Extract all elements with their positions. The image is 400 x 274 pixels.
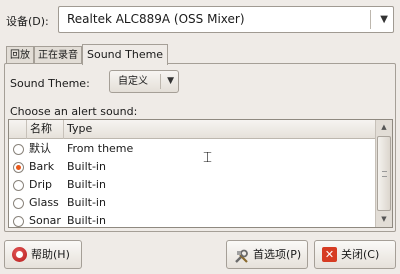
mouse-cursor-icon: ⌶ [203,148,213,166]
sound-name: Drip [29,178,53,191]
list-header: 名称 Type [9,120,375,139]
device-combo[interactable]: Realtek ALC889A (OSS Mixer) ▼ [58,6,394,33]
scrollbar-thumb[interactable] [377,136,391,211]
preferences-button[interactable]: 首选项(P) [226,240,308,269]
sound-name: Glass [29,196,59,209]
close-button[interactable]: ✕ 关闭(C) [314,240,396,269]
device-label: 设备(D): [6,15,49,28]
tab-playback[interactable]: 回放 [6,46,34,64]
list-row[interactable]: 默认 From theme [9,140,375,158]
tab-recording[interactable]: 正在录音 [34,46,82,64]
list-row[interactable]: Sonar Built-in [9,212,375,227]
combo-separator [370,10,371,29]
radio-button[interactable] [13,198,24,209]
tab-bar: 回放 正在录音 Sound Theme [6,44,169,65]
help-icon [12,247,27,262]
chevron-down-icon: ▼ [380,14,388,25]
radio-button[interactable] [13,162,24,173]
alert-sound-label: Choose an alert sound: [10,105,138,118]
grip-icon [382,171,387,177]
list-row[interactable]: Drip Built-in [9,176,375,194]
sound-theme-value: 自定义 [118,76,148,87]
preferences-button-label: 首选项(P) [253,248,302,261]
combo-separator [160,74,161,89]
device-value: Realtek ALC889A (OSS Mixer) [67,12,245,26]
tools-icon [234,247,249,263]
radio-button[interactable] [13,216,24,227]
close-icon: ✕ [322,247,337,262]
sound-theme-label: Sound Theme: [10,77,90,90]
sound-type: From theme [67,142,134,155]
radio-button[interactable] [13,180,24,191]
tab-sound-theme[interactable]: Sound Theme [82,44,169,65]
sound-theme-combo[interactable]: 自定义 ▼ [109,70,179,93]
list-row[interactable]: Bark Built-in [9,158,375,176]
sound-theme-panel: Sound Theme: 自定义 ▼ Choose an alert sound… [4,63,396,232]
column-header-select[interactable] [9,120,27,139]
chevron-down-icon: ▼ [167,76,174,86]
sound-type: Built-in [67,196,106,209]
sound-name: Bark [29,160,55,173]
alert-sound-list[interactable]: 名称 Type 默认 From theme Bark Built-in Drip Buil… [8,119,393,228]
sound-name: 默认 [29,142,51,155]
close-button-label: 关闭(C) [341,248,380,261]
scroll-up-icon[interactable]: ▲ [376,120,392,135]
radio-button[interactable] [13,144,24,155]
vertical-scrollbar[interactable]: ▲ ▼ [375,120,392,227]
help-button-label: 帮助(H) [31,248,70,261]
sound-type: Built-in [67,178,106,191]
sound-type: Built-in [67,214,106,227]
sound-name: Sonar [29,214,61,227]
list-row[interactable]: Glass Built-in [9,194,375,212]
column-header-type[interactable]: Type [64,120,375,139]
column-header-name[interactable]: 名称 [27,120,64,139]
scroll-down-icon[interactable]: ▼ [376,212,392,227]
sound-type: Built-in [67,160,106,173]
help-button[interactable]: 帮助(H) [4,240,82,269]
